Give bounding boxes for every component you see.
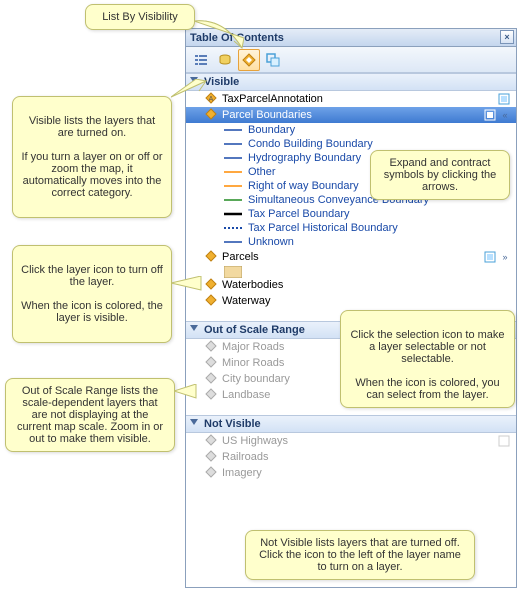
callout-selection: Click the selection icon to make a layer… [340,310,515,408]
group-header-not-visible[interactable]: Not Visible [186,415,516,433]
line-swatch [224,195,242,205]
line-swatch [224,125,242,135]
layer-icon-off[interactable] [204,434,218,448]
layer-row[interactable]: Parcels » [186,249,516,265]
group-label: Out of Scale Range [204,324,305,336]
symbology-row[interactable]: Tax Parcel Historical Boundary [186,221,516,235]
line-swatch [224,181,242,191]
callout-not-visible: Not Visible lists layers that are turned… [245,530,475,580]
callout-list-by-visibility: List By Visibility [85,4,195,30]
callout-text: Expand and contract symbols by clicking … [384,157,497,193]
layer-name: Parcels [222,251,480,263]
layer-name: US Highways [222,435,494,447]
symbology-row[interactable]: Tax Parcel Boundary [186,207,516,221]
layer-row[interactable]: Parcel Boundaries « [186,107,516,123]
selection-icon-disabled[interactable] [498,435,510,447]
toc-panel: Table Of Contents × Visible A TaxParcelA… [185,28,517,588]
layer-name: Waterbodies [222,279,510,291]
symbol-label: Condo Building Boundary [248,138,373,150]
selection-icon[interactable] [484,109,496,121]
symbology-row[interactable]: Unknown [186,235,516,249]
layer-name: Imagery [222,467,510,479]
layer-icon-disabled[interactable] [204,356,218,370]
layer-icon-off[interactable] [204,466,218,480]
symbol-label: Unknown [248,236,294,248]
symbol-label: Tax Parcel Historical Boundary [248,222,398,234]
polygon-layer-icon[interactable] [204,278,218,292]
line-swatch [224,209,242,219]
layer-row[interactable]: Waterbodies [186,277,516,293]
symbol-label: Other [248,166,276,178]
symbology-row[interactable]: Boundary [186,123,516,137]
callout-text: Click the selection icon to make a layer… [350,329,504,401]
line-swatch [224,153,242,163]
layer-icon-disabled[interactable] [204,388,218,402]
callout-text: List By Visibility [102,11,178,23]
layer-row[interactable]: US Highways [186,433,516,449]
callout-text: Visible lists the layers that are turned… [21,115,162,199]
layer-icon-off[interactable] [204,450,218,464]
line-swatch [224,167,242,177]
callout-text: Click the layer icon to turn off the lay… [21,264,163,324]
group-header-visible[interactable]: Visible [186,73,516,91]
layer-row[interactable]: Waterway [186,293,516,309]
symbol-label: Hydrography Boundary [248,152,361,164]
layer-name: Waterway [222,295,510,307]
line-swatch [224,223,242,233]
symbol-label: Boundary [248,124,295,136]
callout-out-of-scale: Out of Scale Range lists the scale-depen… [5,378,175,452]
chevron-down-icon[interactable] [190,419,198,425]
layer-name: Parcel Boundaries [222,109,480,121]
layer-row[interactable]: A TaxParcelAnnotation [186,91,516,107]
layer-icon-disabled[interactable] [204,372,218,386]
callout-layer-icon: Click the layer icon to turn off the lay… [12,245,172,343]
line-swatch [224,139,242,149]
list-by-selection-button[interactable] [262,49,284,71]
symbology-row[interactable]: Condo Building Boundary [186,137,516,151]
line-layer-icon[interactable] [204,108,218,122]
collapse-icon[interactable]: « [500,110,510,120]
symbol-label: Tax Parcel Boundary [248,208,350,220]
expand-icon[interactable]: » [500,252,510,262]
symbol-label: Right of way Boundary [248,180,359,192]
layer-name: Railroads [222,451,510,463]
layer-name: TaxParcelAnnotation [222,93,494,105]
callout-text: Not Visible lists layers that are turned… [259,537,461,573]
fill-swatch [224,266,242,276]
layer-icon-disabled[interactable] [204,340,218,354]
layer-row[interactable]: Railroads [186,449,516,465]
symbology-row[interactable] [186,265,516,277]
layer-row[interactable]: Imagery [186,465,516,481]
callout-text: Out of Scale Range lists the scale-depen… [17,385,163,445]
group-label: Not Visible [204,418,261,430]
selection-icon[interactable] [484,251,496,263]
selection-icon[interactable] [498,93,510,105]
callout-expand: Expand and contract symbols by clicking … [370,150,510,200]
callout-visible: Visible lists the layers that are turned… [12,96,172,218]
chevron-down-icon[interactable] [190,325,198,331]
line-swatch [224,237,242,247]
line-layer-icon[interactable] [204,294,218,308]
close-button[interactable]: × [500,30,514,44]
polygon-layer-icon[interactable] [204,250,218,264]
